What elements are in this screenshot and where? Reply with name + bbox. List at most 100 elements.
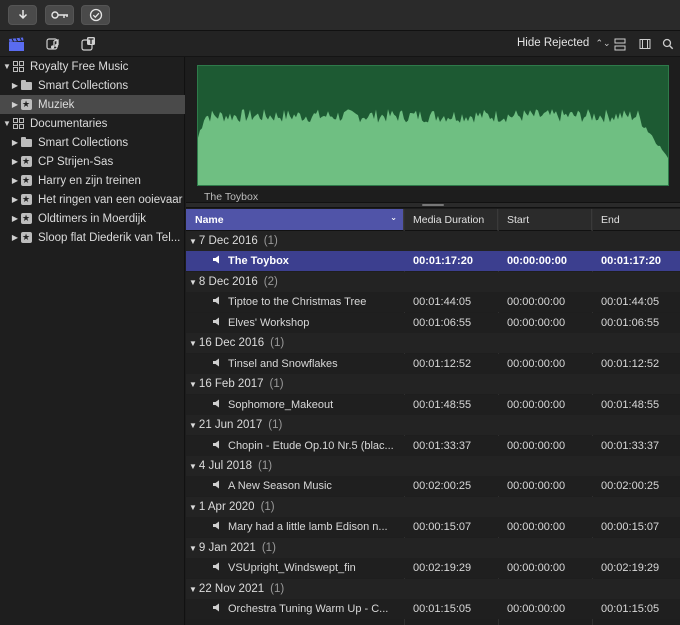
- clip-duration: 00:01:15:05: [413, 603, 472, 616]
- date-group-row[interactable]: ▼ 16 Feb 2017 (1): [186, 374, 680, 395]
- event-star-icon: ★: [20, 194, 32, 205]
- disclosure-open-icon[interactable]: ▼: [189, 380, 197, 389]
- sidebar-item-cp-strijen-sas[interactable]: ▶ ★ CP Strijen-Sas: [0, 152, 185, 171]
- disclosure-closed-icon[interactable]: ▶: [10, 214, 20, 223]
- disclosure-open-icon[interactable]: ▼: [189, 237, 197, 246]
- date-group-row[interactable]: ▼ 1 Apr 2020 (1): [186, 496, 680, 517]
- search-button[interactable]: [661, 37, 675, 51]
- clip-duration: 00:01:44:05: [413, 296, 472, 309]
- disclosure-open-icon[interactable]: ▼: [2, 119, 12, 128]
- disclosure-open-icon[interactable]: ▼: [189, 421, 197, 430]
- table-row[interactable]: The Toybox 00:01:17:20 00:00:00:00 00:01:17…: [186, 251, 680, 272]
- clip-list-table: Name ⌄ Media Duration Start End ▼ 7 Dec 2…: [186, 209, 680, 625]
- sidebar-item-smart-collections[interactable]: ▶ Smart Collections: [0, 133, 185, 152]
- date-group-row[interactable]: ▼ 8 Dec 2016 (2): [186, 271, 680, 292]
- sidebar-item-label: Smart Collections: [38, 79, 129, 92]
- table-row[interactable]: Sophomore_Makeout 00:01:48:55 00:00:00:00 0…: [186, 394, 680, 415]
- date-group-row[interactable]: ▼ 16 Dec 2016 (1): [186, 333, 680, 354]
- event-star-icon: ★: [20, 175, 32, 186]
- column-header-end[interactable]: End: [592, 209, 680, 231]
- speaker-icon: [213, 521, 223, 533]
- clip-name: The Toybox: [228, 255, 289, 268]
- table-row[interactable]: Mary had a little lamb Edison n... 00:00:…: [186, 517, 680, 538]
- disclosure-open-icon[interactable]: ▼: [189, 462, 197, 471]
- background-tasks-button[interactable]: [81, 5, 110, 25]
- sidebar-library-documentaries[interactable]: ▼ Documentaries: [0, 114, 185, 133]
- date-group-row[interactable]: ▼ 4 Jul 2018 (1): [186, 455, 680, 476]
- clip-end: 00:02:19:29: [601, 562, 660, 575]
- disclosure-closed-icon[interactable]: ▶: [10, 195, 20, 204]
- group-count: (1): [263, 235, 278, 247]
- clip-name: Elves' Workshop: [228, 316, 310, 329]
- pane-splitter[interactable]: [186, 202, 680, 208]
- sidebar-item-sloop-flat[interactable]: ▶ ★ Sloop flat Diederik van Tel...: [0, 228, 185, 247]
- table-row[interactable]: Tiptoe to the Christmas Tree 00:01:44:05 0…: [186, 292, 680, 313]
- sidebar-item-label: Harry en zijn treinen: [38, 174, 141, 187]
- clip-name: Mary had a little lamb Edison n...: [228, 521, 388, 534]
- sidebar-item-muziek[interactable]: ▶ ★ Muziek: [0, 95, 185, 114]
- speaker-icon: [213, 358, 223, 370]
- sidebar-item-label: Sloop flat Diederik van Tel...: [38, 231, 181, 244]
- clip-appearance-icon: [614, 38, 626, 50]
- date-group-row[interactable]: ▼ 22 Nov 2021 (1): [186, 578, 680, 599]
- disclosure-open-icon[interactable]: ▼: [189, 339, 197, 348]
- disclosure-closed-icon[interactable]: ▶: [10, 138, 20, 147]
- sidebar-item-harry-en-zijn-treinen[interactable]: ▶ ★ Harry en zijn treinen: [0, 171, 185, 190]
- disclosure-closed-icon[interactable]: ▶: [10, 100, 20, 109]
- table-row[interactable]: Tinsel and Snowflakes 00:01:12:52 00:00:00…: [186, 353, 680, 374]
- clip-end: 00:02:00:25: [601, 480, 660, 493]
- disclosure-open-icon[interactable]: ▼: [189, 278, 197, 287]
- column-header-duration[interactable]: Media Duration: [404, 209, 498, 231]
- sidebar-item-het-ringen[interactable]: ▶ ★ Het ringen van een ooievaar: [0, 190, 185, 209]
- photos-audio-tab[interactable]: [44, 36, 62, 52]
- group-date: 21 Jun 2017: [198, 419, 263, 432]
- checkmark-circle-icon: [89, 8, 102, 22]
- chevron-down-icon: ⌄: [390, 213, 397, 222]
- clip-end: 00:01:33:37: [601, 439, 660, 452]
- titles-generators-tab[interactable]: [79, 36, 97, 52]
- table-row[interactable]: Chopin - Etude Op.10 Nr.5 (blac... 00:01:…: [186, 435, 680, 456]
- clip-appearance-button[interactable]: [613, 37, 627, 51]
- date-group-row[interactable]: ▼ 21 Jun 2017 (1): [186, 415, 680, 436]
- up-down-chevron-icon: ⌃⌄: [595, 38, 611, 48]
- sidebar-item-label: Oldtimers in Moerdijk: [38, 212, 146, 225]
- libraries-tab[interactable]: [8, 36, 26, 52]
- table-row[interactable]: VSUpright_Windswept_fin 00:02:19:29 00:00:…: [186, 558, 680, 579]
- date-group-row[interactable]: ▼ 7 Dec 2016 (1): [186, 231, 680, 251]
- keyword-button[interactable]: [45, 5, 74, 25]
- music-note-icon: [46, 38, 59, 50]
- disclosure-open-icon[interactable]: ▼: [189, 585, 197, 594]
- sidebar-item-label: Documentaries: [30, 117, 108, 130]
- library-icon: [12, 118, 24, 130]
- disclosure-open-icon[interactable]: ▼: [2, 62, 12, 71]
- import-button[interactable]: [8, 5, 37, 25]
- waveform-graphic: [198, 109, 668, 185]
- speaker-icon: [213, 296, 223, 308]
- clip-end: 00:00:15:07: [601, 521, 660, 534]
- sidebar-item-smart-collections[interactable]: ▶ Smart Collections: [0, 76, 185, 95]
- disclosure-open-icon[interactable]: ▼: [189, 544, 197, 553]
- date-group-row[interactable]: ▼ 9 Jan 2021 (1): [186, 537, 680, 558]
- import-arrow-icon: [18, 10, 27, 20]
- disclosure-closed-icon[interactable]: ▶: [10, 176, 20, 185]
- group-date: 4 Jul 2018: [198, 459, 252, 472]
- disclosure-closed-icon[interactable]: ▶: [10, 81, 20, 90]
- disclosure-closed-icon[interactable]: ▶: [10, 157, 20, 166]
- table-row[interactable]: Orchestra Tuning Warm Up - C... 00:01:15:…: [186, 599, 680, 620]
- filmstrip-view-button[interactable]: [638, 37, 652, 51]
- group-count: (2): [263, 275, 278, 288]
- group-date: 22 Nov 2021: [198, 582, 265, 595]
- browser-header: Hide Rejected ⌃⌄: [0, 31, 680, 57]
- filter-popup[interactable]: Hide Rejected ⌃⌄: [517, 37, 611, 49]
- disclosure-open-icon[interactable]: ▼: [189, 503, 197, 512]
- table-row[interactable]: A New Season Music 00:02:00:25 00:00:00:00…: [186, 476, 680, 497]
- sidebar-library-royalty-free-music[interactable]: ▼ Royalty Free Music: [0, 57, 185, 76]
- table-row[interactable]: Elves' Workshop 00:01:06:55 00:00:00:00 00:…: [186, 312, 680, 333]
- toolbar: [0, 0, 680, 31]
- column-header-name[interactable]: Name ⌄: [186, 209, 404, 231]
- sidebar-item-oldtimers[interactable]: ▶ ★ Oldtimers in Moerdijk: [0, 209, 185, 228]
- column-header-start[interactable]: Start: [498, 209, 592, 231]
- disclosure-closed-icon[interactable]: ▶: [10, 233, 20, 242]
- audio-waveform[interactable]: [197, 65, 669, 186]
- clip-name: Sophomore_Makeout: [228, 398, 334, 411]
